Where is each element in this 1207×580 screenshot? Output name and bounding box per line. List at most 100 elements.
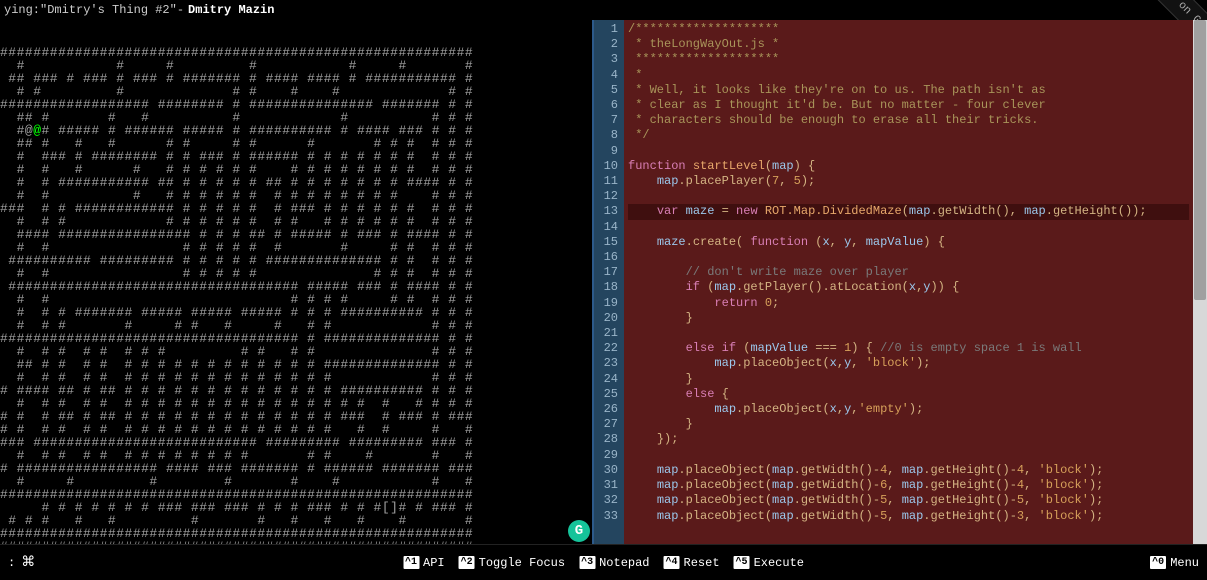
code-line[interactable]: }); bbox=[628, 432, 1189, 447]
shortcut-key: ^2 bbox=[459, 556, 475, 569]
line-number: 19 bbox=[600, 296, 618, 311]
code-line[interactable]: map.placeObject(map.getWidth()-5, map.ge… bbox=[628, 509, 1189, 524]
main-split: ########################################… bbox=[0, 20, 1207, 544]
code-line[interactable]: * bbox=[628, 68, 1189, 83]
code-line[interactable] bbox=[628, 220, 1189, 235]
code-line[interactable]: * theLongWayOut.js * bbox=[628, 37, 1189, 52]
line-number: 15 bbox=[600, 235, 618, 250]
code-line[interactable]: else { bbox=[628, 387, 1189, 402]
line-number: 33 bbox=[600, 509, 618, 524]
line-number: 17 bbox=[600, 265, 618, 280]
line-number: 20 bbox=[600, 311, 618, 326]
line-gutter: 1234567891011121314151617181920212223242… bbox=[594, 20, 624, 544]
line-number: 29 bbox=[600, 448, 618, 463]
prompt-colon: : bbox=[8, 556, 15, 570]
code-line[interactable]: return 0; bbox=[628, 296, 1189, 311]
line-number: 11 bbox=[600, 174, 618, 189]
shortcut-label: Notepad bbox=[599, 556, 649, 570]
code-line[interactable]: */ bbox=[628, 128, 1189, 143]
code-line[interactable]: } bbox=[628, 311, 1189, 326]
code-line[interactable]: /******************** bbox=[628, 22, 1189, 37]
line-number: 3 bbox=[600, 52, 618, 67]
code-line[interactable] bbox=[628, 189, 1189, 204]
command-prompt[interactable]: : ⌘ bbox=[8, 554, 35, 571]
line-number: 12 bbox=[600, 189, 618, 204]
scrollbar-thumb[interactable] bbox=[1194, 20, 1206, 300]
line-number: 31 bbox=[600, 478, 618, 493]
code-line[interactable]: * characters should be enough to erase a… bbox=[628, 113, 1189, 128]
line-number: 26 bbox=[600, 402, 618, 417]
editor-pane: 1234567891011121314151617181920212223242… bbox=[592, 20, 1207, 544]
line-number: 27 bbox=[600, 417, 618, 432]
line-number: 8 bbox=[600, 128, 618, 143]
code-line[interactable]: map.placeObject(map.getWidth()-6, map.ge… bbox=[628, 478, 1189, 493]
shortcut-label: Execute bbox=[754, 556, 804, 570]
code-line[interactable]: map.placePlayer(7, 5); bbox=[628, 174, 1189, 189]
now-playing-prefix: ying: bbox=[4, 3, 40, 17]
line-number: 28 bbox=[600, 432, 618, 447]
code-line[interactable] bbox=[628, 448, 1189, 463]
code-area[interactable]: /******************** * theLongWayOut.js… bbox=[624, 20, 1193, 544]
line-number: 23 bbox=[600, 356, 618, 371]
menu-shortcut[interactable]: ^0 Menu bbox=[1150, 556, 1199, 570]
track-title: "Dmitry's Thing #2" bbox=[40, 3, 177, 17]
line-number: 16 bbox=[600, 250, 618, 265]
line-number: 18 bbox=[600, 280, 618, 295]
maze-grid[interactable]: ########################################… bbox=[0, 46, 592, 544]
code-line[interactable]: else if (mapValue === 1) { //0 is empty … bbox=[628, 341, 1189, 356]
line-number: 24 bbox=[600, 372, 618, 387]
shortcut-reset[interactable]: ^4 Reset bbox=[664, 556, 720, 570]
code-line[interactable] bbox=[628, 250, 1189, 265]
grammarly-icon[interactable]: G bbox=[568, 520, 590, 542]
line-number: 7 bbox=[600, 113, 618, 128]
shortcut-label: API bbox=[423, 556, 445, 570]
shortcut-notepad[interactable]: ^3 Notepad bbox=[579, 556, 649, 570]
code-line[interactable]: if (map.getPlayer().atLocation(x,y)) { bbox=[628, 280, 1189, 295]
shortcut-key: ^1 bbox=[403, 556, 419, 569]
line-number: 9 bbox=[600, 144, 618, 159]
code-line[interactable]: map.placeObject(map.getWidth()-4, map.ge… bbox=[628, 463, 1189, 478]
editor-scrollbar[interactable] bbox=[1193, 20, 1207, 544]
code-line[interactable]: ******************** bbox=[628, 52, 1189, 67]
shortcut-label: Reset bbox=[684, 556, 720, 570]
code-line[interactable]: } bbox=[628, 417, 1189, 432]
top-bar: ying: "Dmitry's Thing #2" - Dmitry Mazin bbox=[0, 0, 1207, 20]
code-line[interactable] bbox=[628, 144, 1189, 159]
code-line[interactable]: var maze = new ROT.Map.DividedMaze(map.g… bbox=[628, 204, 1189, 219]
line-number: 22 bbox=[600, 341, 618, 356]
shortcut-key: ^5 bbox=[734, 556, 750, 569]
command-icon: ⌘ bbox=[21, 554, 35, 571]
shortcut-execute[interactable]: ^5 Execute bbox=[734, 556, 804, 570]
code-line[interactable]: map.placeObject(x,y,'empty'); bbox=[628, 402, 1189, 417]
shortcut-bar: ^1 API ^2 Toggle Focus ^3 Notepad ^4 Reset ^5 Exe… bbox=[403, 556, 804, 570]
line-number: 30 bbox=[600, 463, 618, 478]
shortcut-key: ^3 bbox=[579, 556, 595, 569]
game-pane[interactable]: ########################################… bbox=[0, 20, 592, 544]
line-number: 32 bbox=[600, 493, 618, 508]
line-number: 2 bbox=[600, 37, 618, 52]
shortcut-key: ^4 bbox=[664, 556, 680, 569]
code-line[interactable]: map.placeObject(x,y, 'block'); bbox=[628, 356, 1189, 371]
code-line[interactable]: * Well, it looks like they're on to us. … bbox=[628, 83, 1189, 98]
code-line[interactable]: map.placeObject(map.getWidth()-5, map.ge… bbox=[628, 493, 1189, 508]
line-number: 5 bbox=[600, 83, 618, 98]
code-line[interactable]: maze.create( function (x, y, mapValue) { bbox=[628, 235, 1189, 250]
code-line[interactable]: function startLevel(map) { bbox=[628, 159, 1189, 174]
line-number: 21 bbox=[600, 326, 618, 341]
code-line[interactable] bbox=[628, 326, 1189, 341]
line-number: 1 bbox=[600, 22, 618, 37]
shortcut-api[interactable]: ^1 API bbox=[403, 556, 445, 570]
track-sep: - bbox=[177, 3, 184, 17]
code-line[interactable]: } bbox=[628, 372, 1189, 387]
track-artist: Dmitry Mazin bbox=[188, 3, 274, 17]
line-number: 13 bbox=[600, 204, 618, 219]
menu-label: Menu bbox=[1170, 556, 1199, 570]
line-number: 14 bbox=[600, 220, 618, 235]
shortcut-label: Toggle Focus bbox=[479, 556, 565, 570]
line-number: 6 bbox=[600, 98, 618, 113]
code-line[interactable]: * clear as I thought it'd be. But no mat… bbox=[628, 98, 1189, 113]
code-line[interactable]: // don't write maze over player bbox=[628, 265, 1189, 280]
shortcut-toggle-focus[interactable]: ^2 Toggle Focus bbox=[459, 556, 565, 570]
menu-key: ^0 bbox=[1150, 556, 1166, 569]
line-number: 4 bbox=[600, 68, 618, 83]
